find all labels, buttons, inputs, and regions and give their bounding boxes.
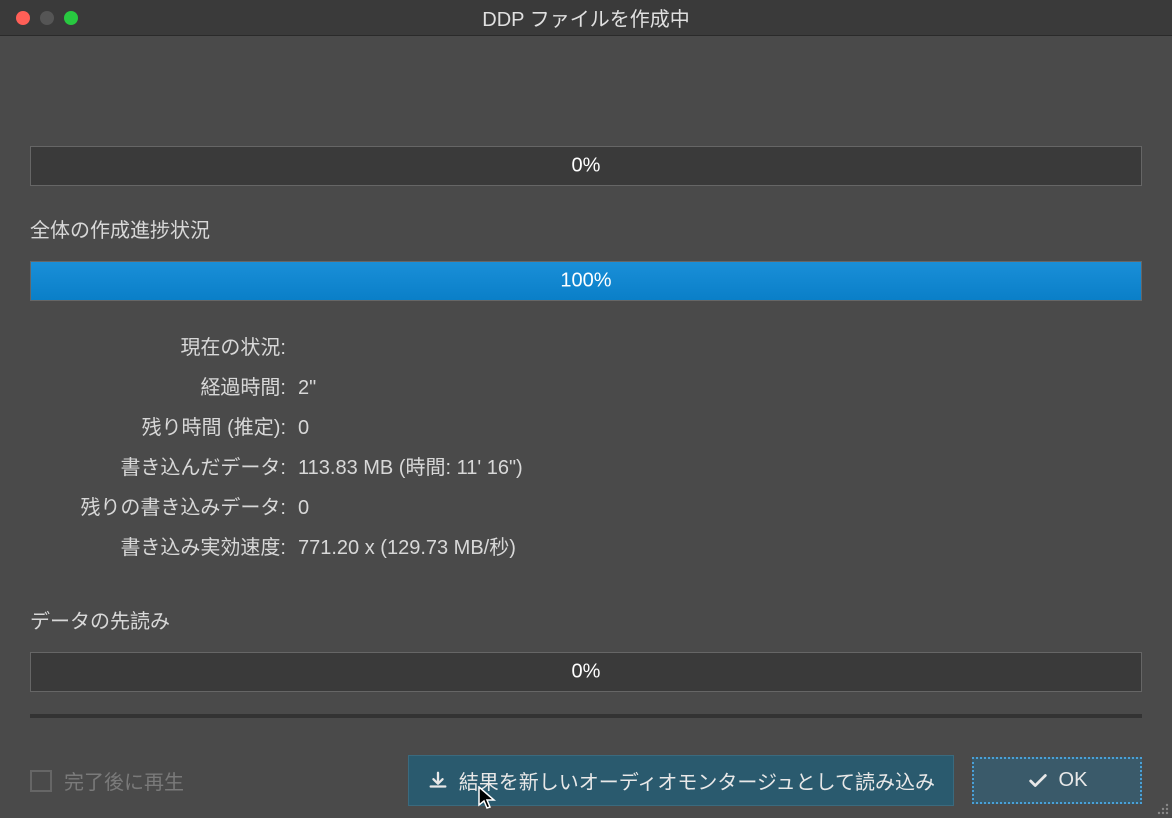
stat-value: 0 <box>298 415 309 441</box>
stat-value: 771.20 x (129.73 MB/秒) <box>298 535 516 561</box>
maximize-window-button[interactable] <box>64 11 78 25</box>
stat-label: 残りの書き込みデータ: <box>30 495 298 521</box>
stat-row-elapsed: 経過時間: 2" <box>30 375 1142 401</box>
footer: 完了後に再生 結果を新しいオーディオモンタージュとして読み込み OK <box>0 739 1172 818</box>
dialog-window: DDP ファイルを作成中 0% 全体の作成進捗状況 100% 現在の状況: 経過… <box>0 0 1172 818</box>
window-controls <box>0 11 78 25</box>
load-as-montage-button[interactable]: 結果を新しいオーディオモンタージュとして読み込み <box>408 755 954 806</box>
progress-bar-top: 0% <box>30 146 1142 186</box>
load-as-montage-label: 結果を新しいオーディオモンタージュとして読み込み <box>459 766 935 795</box>
stats-block: 現在の状況: 経過時間: 2" 残り時間 (推定): 0 書き込んだデータ: 1… <box>30 335 1142 575</box>
ok-button[interactable]: OK <box>972 757 1142 804</box>
progress-text-top: 0% <box>572 155 601 178</box>
stat-value: 0 <box>298 495 309 521</box>
progress-bar-readahead: 0% <box>30 652 1142 692</box>
dialog-content: 0% 全体の作成進捗状況 100% 現在の状況: 経過時間: 2" 残り時間 (… <box>0 36 1172 739</box>
stat-label: 書き込み実効速度: <box>30 535 298 561</box>
stat-row-written: 書き込んだデータ: 113.83 MB (時間: 11' 16") <box>30 455 1142 481</box>
stat-label: 現在の状況: <box>30 335 298 361</box>
stat-row-remaining: 残り時間 (推定): 0 <box>30 415 1142 441</box>
progress-text-readahead: 0% <box>572 661 601 684</box>
minimize-window-button[interactable] <box>40 11 54 25</box>
play-after-complete-checkbox[interactable] <box>30 770 52 792</box>
check-icon <box>1027 770 1049 792</box>
stat-row-current-status: 現在の状況: <box>30 335 1142 361</box>
ok-button-label: OK <box>1059 769 1088 792</box>
stat-label: 経過時間: <box>30 375 298 401</box>
titlebar: DDP ファイルを作成中 <box>0 0 1172 36</box>
resize-grip-icon[interactable] <box>1154 800 1170 816</box>
readahead-label: データの先読み <box>30 605 1142 634</box>
play-after-complete-label: 完了後に再生 <box>64 766 184 795</box>
divider <box>30 714 1142 718</box>
progress-text-overall: 100% <box>560 270 611 293</box>
stat-value: 2" <box>298 375 316 401</box>
stat-label: 書き込んだデータ: <box>30 455 298 481</box>
progress-bar-overall: 100% <box>30 261 1142 301</box>
download-icon <box>427 770 449 792</box>
stat-row-remaining-data: 残りの書き込みデータ: 0 <box>30 495 1142 521</box>
stat-row-speed: 書き込み実効速度: 771.20 x (129.73 MB/秒) <box>30 535 1142 561</box>
play-after-complete-group[interactable]: 完了後に再生 <box>30 766 184 795</box>
window-title: DDP ファイルを作成中 <box>0 3 1172 32</box>
stat-value: 113.83 MB (時間: 11' 16") <box>298 455 523 481</box>
close-window-button[interactable] <box>16 11 30 25</box>
overall-progress-label: 全体の作成進捗状況 <box>30 214 1142 243</box>
stat-label: 残り時間 (推定): <box>30 415 298 441</box>
